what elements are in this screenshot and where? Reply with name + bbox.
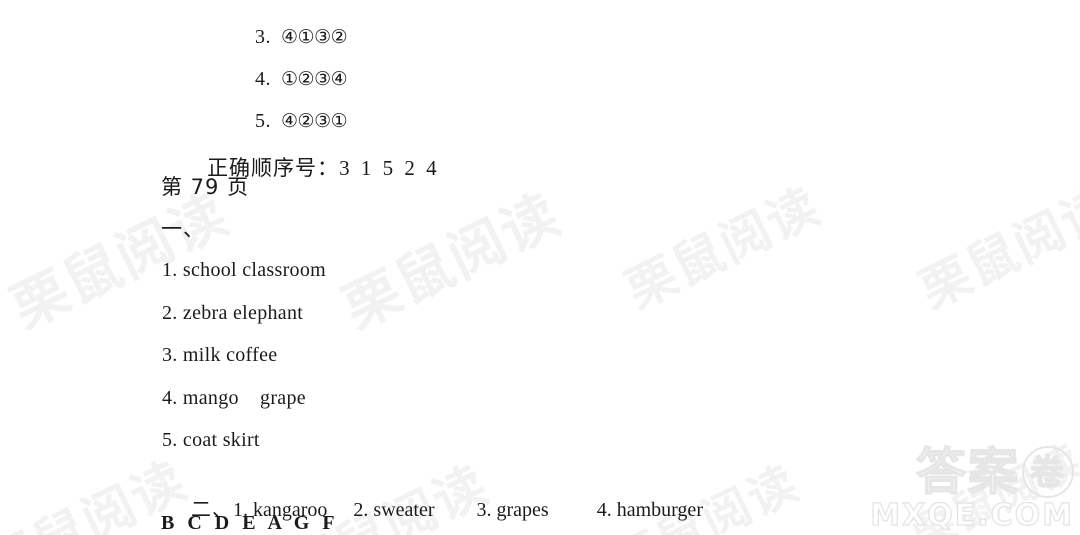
section-one-item: 3. milk coffee [162, 344, 278, 366]
correct-order-digits: 3 1 5 2 4 [339, 156, 440, 180]
section-two-answer: 2. sweater [353, 499, 435, 521]
page-heading: 第 79 页 [161, 175, 250, 199]
section-one-item: 2. zebra elephant [162, 302, 304, 324]
section-one-marker: 一、 [161, 217, 205, 241]
section-two-answer: 4. hamburger [596, 499, 703, 521]
section-one-item: 5. coat skirt [162, 429, 260, 451]
section-one-item: 4. mango grape [162, 387, 306, 409]
scanned-answer-page: 栗鼠阅读 栗鼠阅读 栗鼠阅读 栗鼠阅读 栗鼠阅读 栗鼠阅读 栗鼠阅读 栗鼠阅读 … [0, 0, 1080, 535]
section-two-letters: B C D E A G F [161, 512, 339, 534]
page-text-content: 3. ④①③② 4. ①②③④ 5. ④②③① 正确顺序号：3 1 5 2 4 第 7… [0, 0, 1080, 535]
section-two-answer: 3. grapes [476, 499, 549, 521]
section-one-item: 1. school classroom [162, 259, 327, 281]
